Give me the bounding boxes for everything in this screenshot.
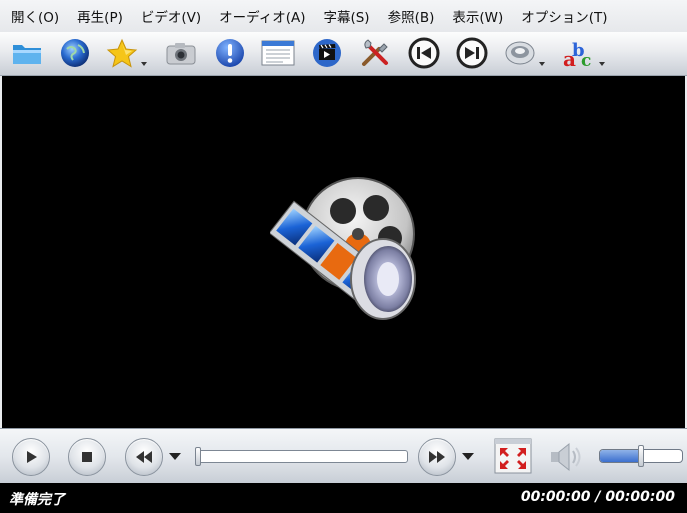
smplayer-window: 開く(O) 再生(P) ビデオ(V) オーディオ(A) 字幕(S) 参照(B) … [0, 0, 687, 513]
volume-speaker-icon [551, 442, 581, 472]
menu-browse[interactable]: 参照(B) [377, 6, 442, 26]
menu-open[interactable]: 開く(O) [0, 6, 66, 26]
rewind-icon [136, 451, 152, 463]
menu-play[interactable]: 再生(P) [66, 6, 130, 26]
video-clapper-icon [313, 39, 341, 67]
stop-icon [82, 452, 92, 462]
info-icon [216, 39, 244, 67]
audio-speaker-icon [505, 41, 535, 65]
previous-button[interactable] [406, 35, 442, 71]
menu-bar: 開く(O) 再生(P) ビデオ(V) オーディオ(A) 字幕(S) 参照(B) … [0, 0, 687, 32]
status-bar: 準備完了 00:00:00 / 00:00:00 [0, 483, 687, 513]
rewind-dropdown-arrow-icon[interactable] [169, 453, 181, 460]
screenshot-camera-icon [166, 43, 196, 65]
open-url-button[interactable] [57, 35, 93, 71]
smplayer-logo-icon [270, 177, 416, 320]
volume-level [600, 450, 642, 462]
svg-text:c: c [581, 51, 591, 70]
forward-dropdown-arrow-icon[interactable] [462, 453, 474, 460]
fullscreen-button[interactable] [494, 438, 532, 474]
mute-button[interactable] [548, 440, 584, 474]
menu-video[interactable]: ビデオ(V) [130, 6, 208, 26]
seek-bar[interactable] [195, 447, 408, 466]
audio-button[interactable] [502, 35, 538, 71]
preferences-tools-icon [362, 39, 388, 66]
info-button[interactable] [212, 35, 248, 71]
forward-icon [429, 451, 445, 463]
menu-audio[interactable]: オーディオ(A) [208, 6, 312, 26]
seek-handle[interactable] [195, 447, 201, 466]
screenshot-button[interactable] [163, 35, 199, 71]
subtitles-dropdown-arrow-icon[interactable] [599, 62, 605, 66]
next-button[interactable] [454, 35, 490, 71]
time-display: 00:00:00 / 00:00:00 [520, 489, 675, 505]
play-icon [27, 451, 37, 463]
subtitles-abc-icon: a b c [563, 40, 591, 70]
preferences-button[interactable] [357, 35, 393, 71]
menu-subtitles[interactable]: 字幕(S) [312, 6, 376, 26]
forward-button[interactable] [418, 438, 456, 476]
playlist-button[interactable] [260, 35, 296, 71]
fullscreen-icon [494, 438, 532, 474]
volume-handle[interactable] [638, 445, 644, 467]
video-area[interactable] [2, 76, 685, 428]
play-button[interactable] [12, 438, 50, 476]
playlist-icon [261, 40, 295, 66]
control-bar [0, 428, 687, 484]
video-button[interactable] [309, 35, 345, 71]
status-message: 準備完了 [9, 492, 65, 508]
previous-icon [408, 37, 440, 69]
favorites-star-icon [106, 38, 138, 68]
open-file-button[interactable] [9, 35, 45, 71]
favorites-dropdown-arrow-icon[interactable] [141, 62, 147, 66]
globe-icon [61, 39, 89, 67]
menu-view[interactable]: 表示(W) [441, 6, 510, 26]
audio-dropdown-arrow-icon[interactable] [539, 62, 545, 66]
main-toolbar: a b c [0, 32, 687, 76]
folder-open-icon [13, 45, 41, 64]
rewind-button[interactable] [125, 438, 163, 476]
menu-options[interactable]: オプション(T) [510, 6, 614, 26]
next-icon [456, 37, 488, 69]
favorites-button[interactable] [104, 35, 140, 71]
subtitles-button[interactable]: a b c [560, 35, 596, 71]
stop-button[interactable] [68, 438, 106, 476]
